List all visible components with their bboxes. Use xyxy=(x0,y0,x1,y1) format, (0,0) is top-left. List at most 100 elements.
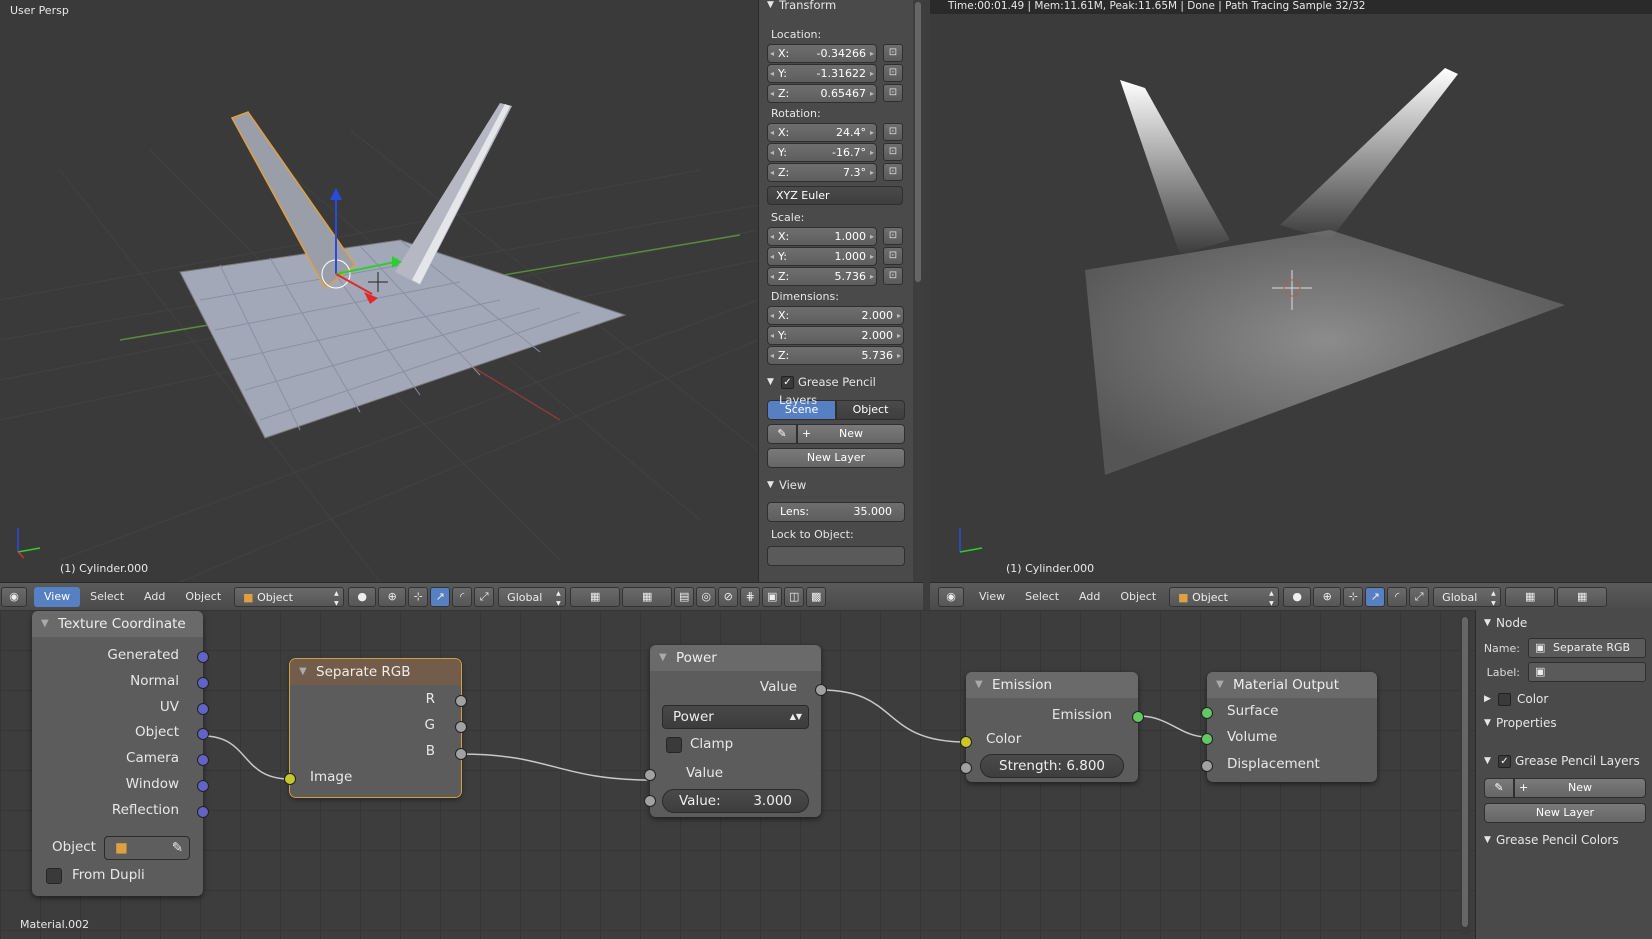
node-separate-rgb[interactable]: Separate RGB R G B Image xyxy=(284,658,467,798)
orientation-select[interactable]: Global xyxy=(498,586,567,609)
number-field[interactable]: Y: -16.7° xyxy=(767,143,877,162)
socket-texcoord-output[interactable] xyxy=(197,676,209,689)
node-material-output[interactable]: Material Output Surface Volume Displacem… xyxy=(1201,672,1377,782)
pivot-icon-right[interactable]: ⊕ xyxy=(1313,586,1342,607)
lock-icon[interactable]: ⊡ xyxy=(883,123,903,141)
name-field[interactable]: ▣ Separate RGB xyxy=(1528,638,1646,658)
shading-icon[interactable]: ● xyxy=(348,586,377,607)
node-power[interactable]: Power Value Power ▲▼ Clamp Value Value: 3.… xyxy=(644,645,827,817)
pivot-icon[interactable]: ⊕ xyxy=(378,586,407,607)
label-field[interactable]: ▣ xyxy=(1528,662,1646,682)
menu-add[interactable]: Add xyxy=(134,583,175,611)
menu-view-right[interactable]: View xyxy=(969,583,1015,611)
camera-icon[interactable]: ◫ xyxy=(784,586,805,607)
transform-sidebar[interactable]: Transform Location: X: -0.34266 ⊡ Y: -1.3162… xyxy=(758,0,913,590)
node-emission[interactable]: Emission Emission Color Strength:6.800 xyxy=(960,672,1144,782)
snap-target-icon[interactable]: ⋕ xyxy=(740,586,761,607)
node-properties-panel[interactable]: Node Name: ▣Separate RGB Label: ▣ Color … xyxy=(1475,610,1652,939)
transform-panel-title[interactable]: Transform xyxy=(759,0,913,14)
number-field[interactable]: X: 2.000 xyxy=(767,306,904,325)
mode-select-right[interactable]: ■ Object Mode xyxy=(1169,586,1280,624)
lock-icon[interactable]: ⊡ xyxy=(883,247,903,265)
translate-icon[interactable]: ↗ xyxy=(430,586,451,607)
socket-image[interactable] xyxy=(284,773,296,785)
pencil-icon-right[interactable]: ✎ xyxy=(1484,778,1514,798)
output-title[interactable]: Material Output xyxy=(1207,672,1377,698)
number-field[interactable]: Z: 5.736 xyxy=(767,267,877,286)
power-value-field[interactable]: Value: 3.000 xyxy=(662,789,809,813)
anim-icon[interactable]: ▩ xyxy=(806,586,827,607)
color-checkbox[interactable] xyxy=(1498,693,1511,706)
rotate-icon-right[interactable]: ◜ xyxy=(1387,586,1408,607)
rotation-mode-select[interactable]: XYZ Euler xyxy=(767,186,903,205)
number-field[interactable]: X: 1.000 xyxy=(767,227,877,246)
socket-texcoord-output[interactable] xyxy=(197,780,209,792)
number-field[interactable]: X: -0.34266 xyxy=(767,44,877,63)
menu-add-right[interactable]: Add xyxy=(1069,583,1110,611)
number-field[interactable]: Y: -1.31622 xyxy=(767,64,877,83)
mode-select[interactable]: ■ Object Mode xyxy=(234,586,345,624)
shading-icon-right[interactable]: ● xyxy=(1283,586,1312,607)
power-title[interactable]: Power xyxy=(650,645,821,671)
right-render-viewport[interactable]: Time:00:01.49 | Mem:11.61M, Peak:11.65M … xyxy=(930,0,1652,582)
layers-icon[interactable]: ▦ xyxy=(570,586,621,607)
scale-icon[interactable]: ⤢ xyxy=(474,586,495,607)
socket-power-in1[interactable] xyxy=(644,769,656,781)
lock-icon[interactable]: ⊡ xyxy=(883,267,903,285)
layers-icon-right[interactable]: ▦ xyxy=(1505,586,1556,607)
node-editor[interactable]: Texture Coordinate Generated Normal UV Obje… xyxy=(0,610,1475,939)
node-texture-coordinate[interactable]: Texture Coordinate Generated Normal UV Obje… xyxy=(32,611,209,896)
menu-object[interactable]: Object xyxy=(175,583,231,611)
editor-type-icon-right[interactable]: ◉ xyxy=(938,586,964,607)
translate-icon-right[interactable]: ↗ xyxy=(1365,586,1386,607)
lock-icon[interactable]: ⊡ xyxy=(883,84,903,102)
socket-texcoord-output[interactable] xyxy=(197,805,209,818)
proportional-icon[interactable]: ◎ xyxy=(696,586,717,607)
eyedropper-icon[interactable]: ✎ xyxy=(172,837,183,859)
lock-object-field[interactable] xyxy=(767,546,905,566)
grease-pencil-checkbox[interactable]: ✓ xyxy=(781,376,794,389)
pencil-icon[interactable]: ✎ xyxy=(767,424,797,444)
new-grease-button[interactable]: + New xyxy=(797,424,905,444)
lock-icon[interactable]: ⊡ xyxy=(883,163,903,181)
number-field[interactable]: Z: 0.65467 xyxy=(767,84,877,103)
render-icon[interactable]: ▣ xyxy=(762,586,783,607)
socket-surface[interactable] xyxy=(1201,707,1213,719)
lock-icon[interactable]: ⊡ xyxy=(883,143,903,161)
socket-displacement[interactable] xyxy=(1201,760,1213,772)
grease-colors-title[interactable]: Grease Pencil Colors xyxy=(1476,829,1652,851)
socket-texcoord-output[interactable] xyxy=(197,702,209,715)
grease-layers-checkbox[interactable]: ✓ xyxy=(1498,755,1511,768)
texcoord-title[interactable]: Texture Coordinate xyxy=(32,611,203,637)
orientation-select-right[interactable]: Global xyxy=(1433,586,1502,609)
menu-view[interactable]: View xyxy=(34,586,81,607)
power-operation-select[interactable]: Power ▲▼ xyxy=(662,705,809,729)
number-field[interactable]: Z: 5.736 xyxy=(767,346,904,365)
socket-volume[interactable] xyxy=(1201,733,1213,745)
node-panel-title[interactable]: Node xyxy=(1476,612,1652,634)
manipulator-icon[interactable]: ⊹ xyxy=(408,586,429,607)
new-layer-button[interactable]: New Layer xyxy=(767,448,905,468)
lock-icon[interactable]: ⊡ xyxy=(883,64,903,82)
new-layer-button-right[interactable]: New Layer xyxy=(1484,803,1646,823)
emission-title[interactable]: Emission xyxy=(966,672,1138,698)
layers2-icon-right[interactable]: ▦ xyxy=(1557,586,1608,607)
socket-texcoord-output[interactable] xyxy=(197,651,209,663)
socket-r[interactable] xyxy=(455,695,467,707)
lock-layer-icon[interactable]: ▤ xyxy=(674,586,695,607)
clamp-checkbox[interactable] xyxy=(666,737,682,753)
tab-object[interactable]: Object xyxy=(836,400,905,420)
scale-icon-right[interactable]: ⤢ xyxy=(1409,586,1430,607)
socket-emission-out[interactable] xyxy=(1132,711,1144,723)
node-editor-scrollbar[interactable] xyxy=(1460,615,1470,935)
socket-b[interactable] xyxy=(455,748,467,760)
left-3d-viewport[interactable]: User Persp (1) Cylinder.000 xyxy=(0,0,758,582)
socket-power-in2[interactable] xyxy=(644,795,656,807)
manipulator-icon-right[interactable]: ⊹ xyxy=(1343,586,1364,607)
number-field[interactable]: X: 24.4° xyxy=(767,123,877,142)
seprgb-title[interactable]: Separate RGB xyxy=(290,659,461,685)
socket-g[interactable] xyxy=(455,721,467,733)
rotate-icon[interactable]: ◜ xyxy=(452,586,473,607)
menu-select-right[interactable]: Select xyxy=(1015,583,1069,611)
number-field[interactable]: Y: 1.000 xyxy=(767,247,877,266)
